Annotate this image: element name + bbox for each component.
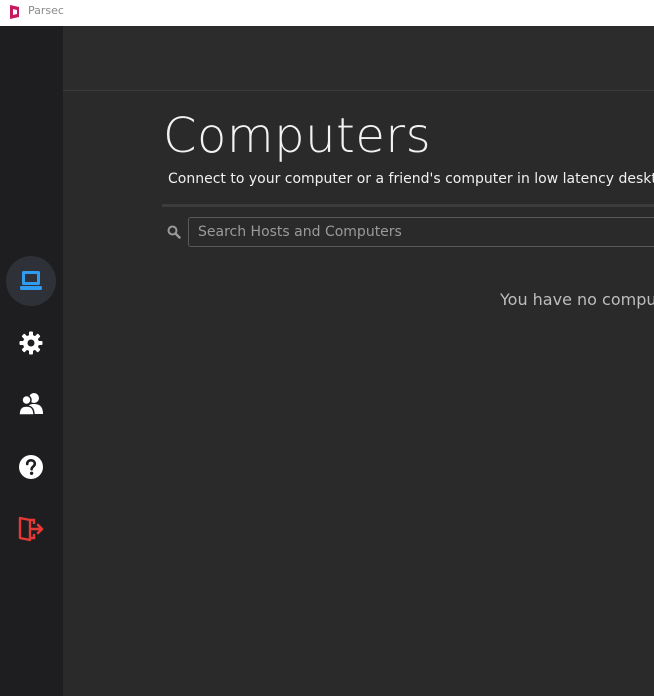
- title-bar: Parsec: [0, 0, 654, 26]
- divider: [162, 204, 654, 207]
- main-content: Computers Connect to your computer or a …: [63, 26, 654, 696]
- sidebar: [0, 26, 63, 696]
- parsec-logo-icon: [10, 5, 19, 19]
- window-title: Parsec: [28, 4, 64, 17]
- sidebar-item-logout[interactable]: [6, 504, 56, 554]
- question-icon: [19, 455, 43, 479]
- sidebar-item-settings[interactable]: [6, 318, 56, 368]
- gear-icon: [19, 331, 43, 355]
- sidebar-item-friends[interactable]: [6, 379, 56, 429]
- page-subtitle: Connect to your computer or a friend's c…: [168, 171, 654, 187]
- sidebar-item-computers[interactable]: [6, 256, 56, 306]
- logout-icon: [18, 516, 44, 542]
- page-title: Computers: [163, 108, 432, 164]
- users-icon: [18, 393, 43, 416]
- search-icon: [167, 225, 181, 239]
- laptop-icon: [20, 271, 42, 290]
- sidebar-item-help[interactable]: [6, 442, 56, 492]
- top-bar: [63, 26, 654, 91]
- empty-state-message: You have no compu: [500, 290, 654, 309]
- search-input[interactable]: [188, 217, 654, 247]
